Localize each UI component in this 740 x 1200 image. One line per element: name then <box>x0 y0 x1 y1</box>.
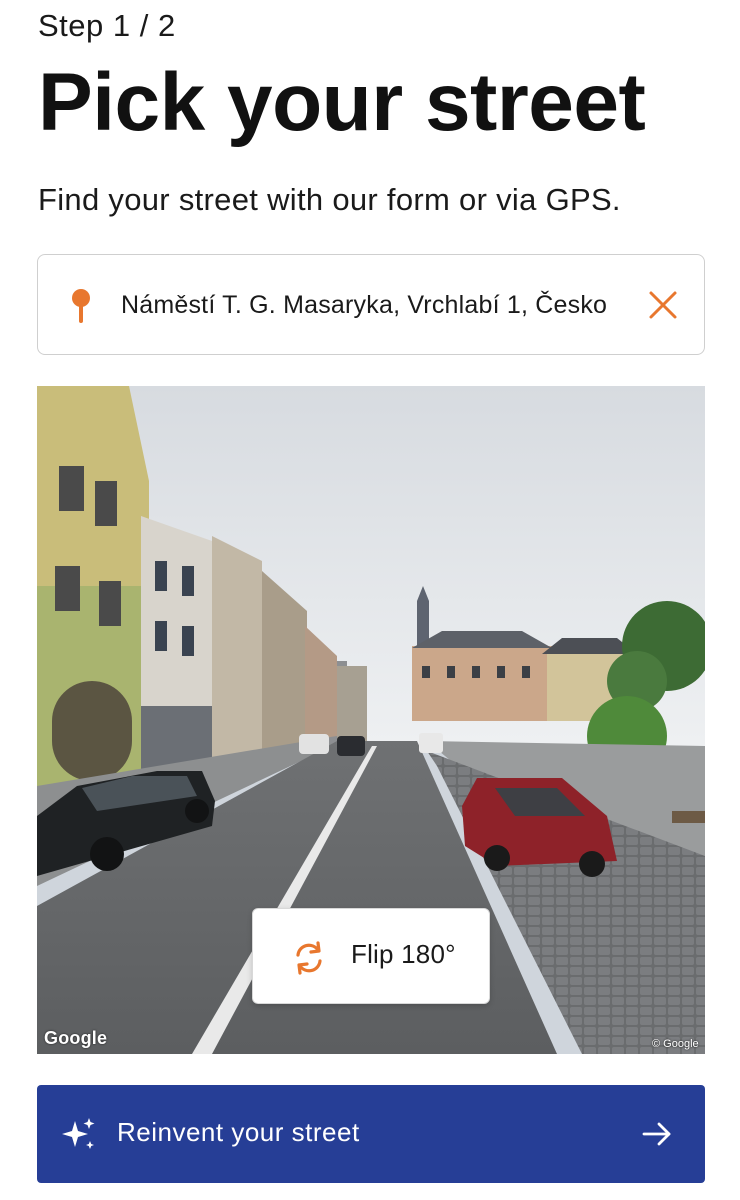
flip-180-button[interactable]: Flip 180° <box>252 908 490 1004</box>
street-search-input[interactable]: Náměstí T. G. Masaryka, Vrchlabí 1, Česk… <box>121 288 623 322</box>
reinvent-street-button[interactable]: Reinvent your street <box>37 1085 705 1183</box>
page-title: Pick your street <box>38 57 646 148</box>
step-indicator: Step 1 / 2 <box>38 8 176 43</box>
rotate-arrows-icon <box>296 941 322 975</box>
arrow-right-icon <box>642 1122 671 1146</box>
page-subtitle: Find your street with our form or via GP… <box>38 182 621 217</box>
map-pin-icon <box>72 289 90 323</box>
google-copyright: © Google <box>652 1038 699 1050</box>
google-logo: Google <box>44 1028 108 1048</box>
reinvent-street-label: Reinvent your street <box>117 1117 360 1147</box>
flip-180-label: Flip 180° <box>351 939 456 969</box>
sparkle-icon <box>62 1118 95 1149</box>
close-icon[interactable] <box>644 286 682 324</box>
